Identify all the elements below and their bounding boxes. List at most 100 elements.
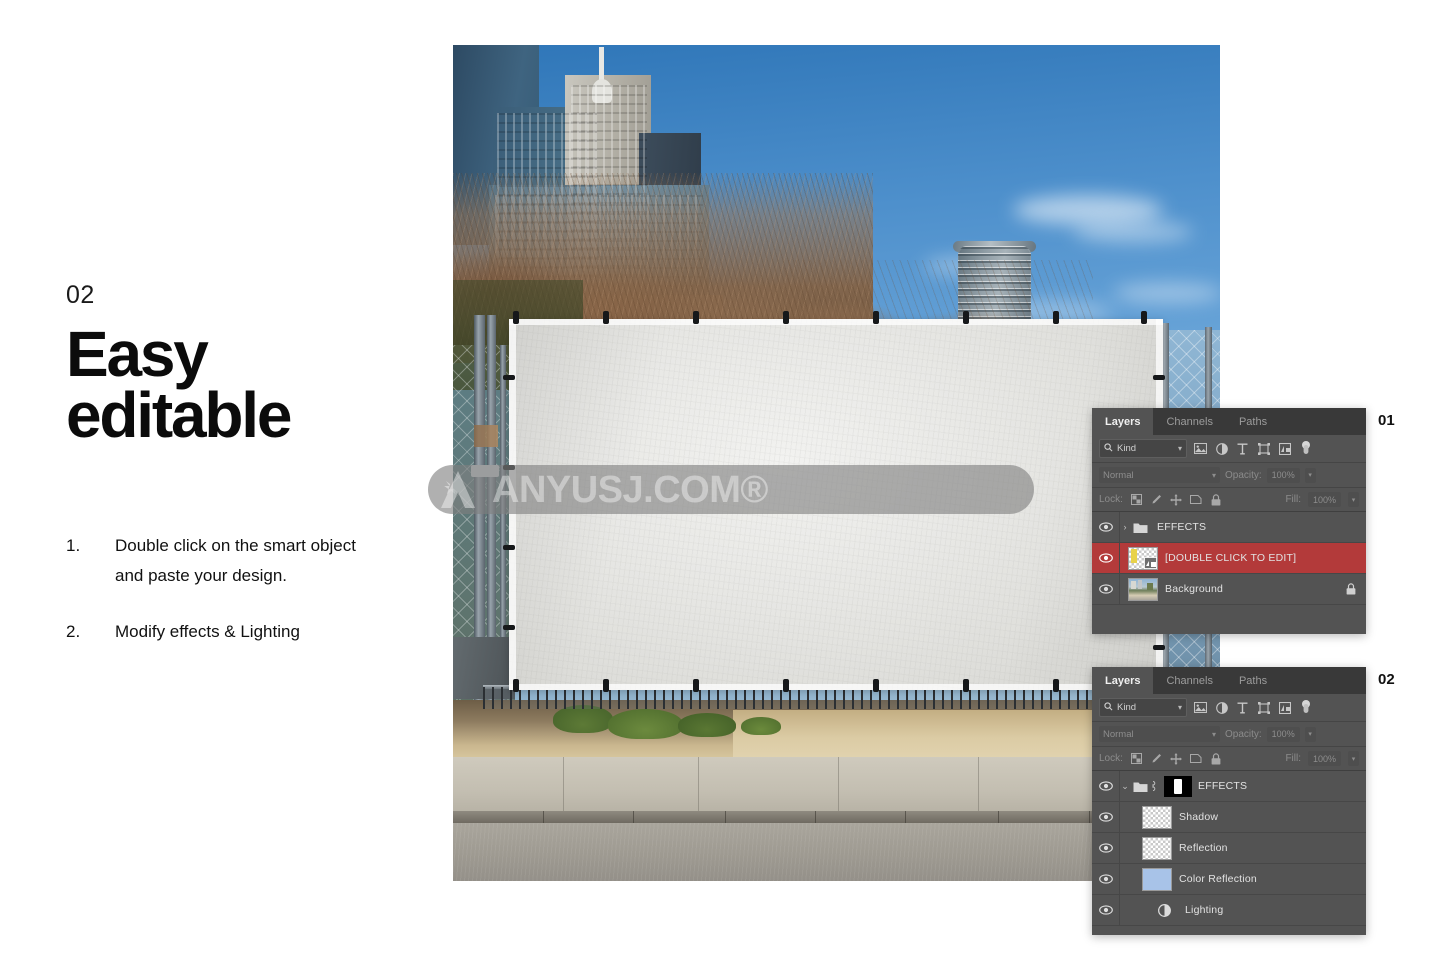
list-item-text: Modify effects & Lighting — [115, 622, 300, 642]
filter-toggle-icon[interactable] — [1298, 700, 1313, 715]
panel-tab-bar: Layers Channels Paths — [1092, 667, 1366, 694]
lock-position-icon[interactable] — [1170, 752, 1183, 765]
table-row[interactable]: ⌄ EFFECTS — [1092, 771, 1366, 802]
lock-nesting-icon[interactable] — [1190, 752, 1203, 765]
filter-kind-dropdown[interactable]: Kind ▾ — [1099, 439, 1187, 458]
instruction-list: 1. Double click on the smart object and … — [66, 531, 406, 648]
lock-transparency-icon[interactable] — [1130, 752, 1143, 765]
type-filter-icon[interactable] — [1235, 700, 1250, 715]
zip-tie — [783, 679, 789, 692]
watermark-text: ANYUSJ.COM® — [492, 468, 768, 511]
curb-seam — [998, 811, 999, 823]
tab-paths[interactable]: Paths — [1225, 408, 1281, 435]
fill-label: Fill: — [1285, 753, 1301, 764]
lock-transparency-icon[interactable] — [1130, 493, 1143, 506]
opacity-stepper[interactable]: ▾ — [1304, 467, 1316, 483]
filter-toggle-icon[interactable] — [1298, 441, 1313, 456]
layer-mask-thumbnail[interactable] — [1164, 775, 1192, 797]
layer-name: Reflection — [1179, 842, 1228, 854]
layer-visibility-toggle[interactable] — [1092, 543, 1120, 573]
smart-object-filter-icon[interactable] — [1277, 700, 1292, 715]
tab-channels[interactable]: Channels — [1153, 667, 1226, 694]
filter-kind-label: Kind — [1117, 443, 1137, 454]
weed-plant — [553, 705, 613, 733]
table-row[interactable]: Background — [1092, 574, 1366, 605]
layer-visibility-toggle[interactable] — [1092, 574, 1120, 604]
fill-input[interactable]: 100% — [1308, 751, 1341, 766]
opacity-stepper[interactable]: ▾ — [1304, 726, 1316, 742]
table-row[interactable]: Color Reflection — [1092, 864, 1366, 895]
layers-panel-02[interactable]: Layers Channels Paths Kind ▾ Normal ▾ Op… — [1092, 667, 1366, 935]
panel-label-02: 02 — [1378, 671, 1395, 688]
shape-filter-icon[interactable] — [1256, 700, 1271, 715]
weed-plant — [741, 717, 781, 735]
table-row[interactable]: [DOUBLE CLICK TO EDIT] — [1092, 543, 1366, 574]
tab-channels[interactable]: Channels — [1153, 408, 1226, 435]
layer-thumbnail[interactable] — [1142, 867, 1172, 891]
list-item: 1. Double click on the smart object and … — [66, 531, 406, 592]
layer-visibility-toggle[interactable] — [1092, 512, 1120, 542]
anyusj-logo-icon — [428, 465, 492, 514]
lock-nesting-icon[interactable] — [1190, 493, 1203, 506]
zip-tie — [1053, 311, 1059, 324]
layer-lock-icon[interactable] — [1344, 583, 1357, 596]
layer-thumbnail[interactable] — [1128, 546, 1158, 570]
pixel-filter-icon[interactable] — [1193, 441, 1208, 456]
filter-kind-dropdown[interactable]: Kind ▾ — [1099, 698, 1187, 717]
blend-mode-bar: Normal ▾ Opacity: 100% ▾ — [1092, 463, 1366, 488]
opacity-label: Opacity: — [1225, 469, 1262, 481]
layer-name: [DOUBLE CLICK TO EDIT] — [1165, 552, 1297, 564]
chevron-down-icon[interactable]: ⌄ — [1120, 781, 1130, 792]
table-row[interactable]: Lighting — [1092, 895, 1366, 926]
folder-icon — [1133, 780, 1148, 792]
adjustment-layer-icon[interactable] — [1150, 903, 1178, 917]
list-item: 2. Modify effects & Lighting — [66, 617, 406, 647]
blend-mode-bar: Normal ▾ Opacity: 100% ▾ — [1092, 722, 1366, 747]
zip-tie — [1053, 679, 1059, 692]
type-filter-icon[interactable] — [1235, 441, 1250, 456]
layer-visibility-toggle[interactable] — [1092, 833, 1120, 863]
post-rust-mark — [474, 425, 498, 447]
zip-tie — [603, 311, 609, 324]
smart-object-filter-icon[interactable] — [1277, 441, 1292, 456]
weed-plant — [678, 713, 736, 737]
lock-image-icon[interactable] — [1150, 493, 1163, 506]
lock-image-icon[interactable] — [1150, 752, 1163, 765]
opacity-input[interactable]: 100% — [1266, 726, 1300, 742]
fill-stepper[interactable]: ▾ — [1348, 492, 1359, 507]
adjustment-filter-icon[interactable] — [1214, 441, 1229, 456]
pixel-filter-icon[interactable] — [1193, 700, 1208, 715]
layer-name: Background — [1165, 583, 1224, 595]
blend-mode-value: Normal — [1103, 728, 1134, 740]
tab-paths[interactable]: Paths — [1225, 667, 1281, 694]
blend-mode-dropdown[interactable]: Normal ▾ — [1099, 467, 1220, 483]
zip-tie — [1153, 645, 1165, 650]
chevron-right-icon[interactable]: › — [1120, 522, 1130, 532]
lock-all-icon[interactable] — [1210, 752, 1223, 765]
zip-tie — [1141, 311, 1147, 324]
opacity-input[interactable]: 100% — [1266, 467, 1300, 483]
tab-layers[interactable]: Layers — [1092, 408, 1154, 435]
table-row[interactable]: › EFFECTS — [1092, 512, 1366, 543]
table-row[interactable]: Reflection — [1092, 833, 1366, 864]
layer-thumbnail[interactable] — [1142, 836, 1172, 860]
layer-visibility-toggle[interactable] — [1092, 771, 1120, 801]
adjustment-filter-icon[interactable] — [1214, 700, 1229, 715]
fill-input[interactable]: 100% — [1308, 492, 1341, 507]
tab-layers[interactable]: Layers — [1092, 667, 1154, 694]
blend-mode-dropdown[interactable]: Normal ▾ — [1099, 726, 1220, 742]
folder-icon — [1133, 521, 1148, 533]
layer-thumbnail[interactable] — [1142, 805, 1172, 829]
lock-position-icon[interactable] — [1170, 493, 1183, 506]
layer-visibility-toggle[interactable] — [1092, 802, 1120, 832]
table-row[interactable]: Shadow — [1092, 802, 1366, 833]
zip-tie — [693, 311, 699, 324]
layer-thumbnail[interactable] — [1128, 577, 1158, 601]
shape-filter-icon[interactable] — [1256, 441, 1271, 456]
layer-visibility-toggle[interactable] — [1092, 895, 1120, 925]
mask-link-icon[interactable] — [1148, 780, 1158, 792]
layers-panel-01[interactable]: Layers Channels Paths Kind ▾ Normal ▾ Op… — [1092, 408, 1366, 634]
layer-visibility-toggle[interactable] — [1092, 864, 1120, 894]
fill-stepper[interactable]: ▾ — [1348, 751, 1359, 766]
lock-all-icon[interactable] — [1210, 493, 1223, 506]
